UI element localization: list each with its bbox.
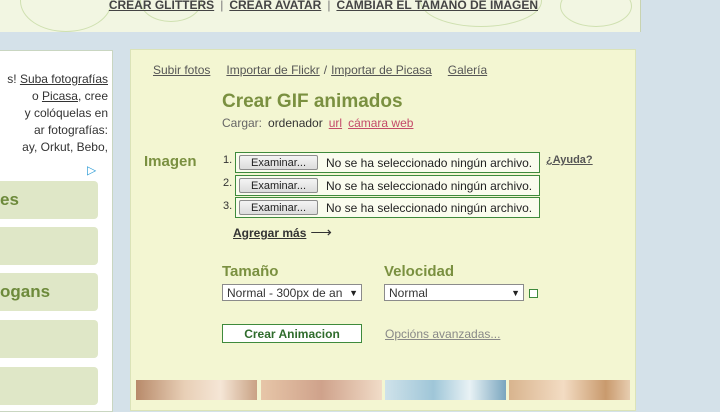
file-input-row-2: Examinar... No se ha seleccionado ningún… bbox=[235, 175, 540, 196]
upload-photos-link[interactable]: Suba fotografías bbox=[20, 72, 108, 86]
left-sidebar: s! Suba fotografías o Picasa, cree y col… bbox=[0, 50, 113, 412]
add-more-link[interactable]: Agregar más ⟶ bbox=[233, 223, 332, 241]
tab-separator: / bbox=[323, 63, 328, 77]
adchoices-icon[interactable]: ▷ bbox=[87, 163, 96, 177]
size-select[interactable]: Normal - 300px de an ▼ bbox=[222, 284, 362, 301]
main-panel: Subir fotos Importar de Flickr / Importa… bbox=[130, 49, 636, 411]
file-row-number: 3. bbox=[223, 200, 233, 212]
sidebar-intro-text: s! Suba fotografías o Picasa, cree y col… bbox=[0, 71, 108, 156]
source-selector: Cargar: ordenador url cámara web bbox=[222, 116, 413, 130]
sidebar-button-5[interactable] bbox=[0, 367, 98, 405]
arrow-right-icon: ⟶ bbox=[310, 224, 332, 241]
create-animation-button[interactable]: Crear Animacion bbox=[222, 324, 362, 343]
tab-importar-flickr[interactable]: Importar de Flickr bbox=[226, 63, 319, 77]
browse-button-1[interactable]: Examinar... bbox=[239, 155, 318, 170]
size-select-value: Normal - 300px de an bbox=[227, 286, 343, 300]
sidebar-button-2[interactable] bbox=[0, 227, 98, 265]
nav-cambiar-tamano[interactable]: CAMBIAR EL TAMAÑO DE IMAGEN bbox=[336, 0, 538, 12]
file-input-row-3: Examinar... No se ha seleccionado ningún… bbox=[235, 197, 540, 218]
source-url-link[interactable]: url bbox=[329, 116, 342, 130]
intro-text-line: ay, Orkut, Bebo, bbox=[22, 140, 108, 154]
sidebar-button-label: ogans bbox=[0, 282, 51, 301]
intro-text-line: y colóquelas en bbox=[24, 106, 108, 120]
chevron-down-icon: ▼ bbox=[349, 288, 358, 298]
image-section-label: Imagen bbox=[144, 153, 197, 170]
sidebar-button-3[interactable]: ogans bbox=[0, 273, 98, 311]
intro-text-fragment: , cree bbox=[77, 89, 108, 103]
file-status-3: No se ha seleccionado ningún archivo. bbox=[326, 200, 533, 215]
speed-select[interactable]: Normal ▼ bbox=[384, 284, 524, 301]
top-nav: CREAR GLITTERS | CREAR AVATAR | CAMBIAR … bbox=[109, 0, 538, 12]
file-row-number: 2. bbox=[223, 177, 233, 189]
tab-subir-fotos[interactable]: Subir fotos bbox=[153, 63, 210, 77]
tab-importar-picasa[interactable]: Importar de Picasa bbox=[331, 63, 432, 77]
nav-separator: | bbox=[220, 0, 224, 12]
sidebar-button-1[interactable]: es bbox=[0, 181, 98, 219]
tab-galeria[interactable]: Galería bbox=[448, 63, 487, 77]
help-link[interactable]: ¿Ayuda? bbox=[546, 154, 593, 166]
speed-select-value: Normal bbox=[389, 286, 428, 300]
intro-text-fragment: o bbox=[31, 89, 42, 103]
file-input-row-1: Examinar... No se ha seleccionado ningún… bbox=[235, 152, 540, 173]
gallery-thumbnail[interactable] bbox=[385, 380, 506, 400]
nav-crear-avatar[interactable]: CREAR AVATAR bbox=[229, 0, 321, 12]
nav-crear-glitters[interactable]: CREAR GLITTERS bbox=[109, 0, 214, 12]
page-title: Crear GIF animados bbox=[222, 91, 403, 112]
intro-text-fragment: s! bbox=[7, 72, 20, 86]
gallery-thumbnail[interactable] bbox=[136, 380, 257, 400]
intro-text-line: ar fotografías: bbox=[33, 123, 108, 137]
gallery-thumbnail[interactable] bbox=[509, 380, 630, 400]
file-status-1: No se ha seleccionado ningún archivo. bbox=[326, 155, 533, 170]
upload-tabs: Subir fotos Importar de Flickr / Importa… bbox=[153, 63, 487, 77]
sidebar-button-label: es bbox=[0, 190, 19, 209]
source-webcam-link[interactable]: cámara web bbox=[348, 116, 413, 130]
decor-swirl bbox=[20, 0, 112, 32]
decor-swirl bbox=[560, 0, 632, 27]
gallery-thumbnail[interactable] bbox=[261, 380, 382, 400]
header-strip: CREAR GLITTERS | CREAR AVATAR | CAMBIAR … bbox=[0, 0, 641, 32]
speed-checkbox[interactable] bbox=[529, 289, 538, 298]
sidebar-button-4[interactable] bbox=[0, 320, 98, 358]
add-more-label: Agregar más bbox=[233, 226, 307, 240]
nav-separator: | bbox=[327, 0, 331, 12]
advanced-options-link[interactable]: Opcións avanzadas... bbox=[385, 327, 500, 341]
source-computer[interactable]: ordenador bbox=[268, 116, 323, 130]
file-row-number: 1. bbox=[223, 154, 233, 166]
picasa-link[interactable]: Picasa bbox=[42, 89, 78, 103]
browse-button-2[interactable]: Examinar... bbox=[239, 178, 318, 193]
source-label: Cargar: bbox=[222, 116, 263, 130]
size-label: Tamaño bbox=[222, 263, 279, 280]
browse-button-3[interactable]: Examinar... bbox=[239, 200, 318, 215]
file-status-2: No se ha seleccionado ningún archivo. bbox=[326, 178, 533, 193]
chevron-down-icon: ▼ bbox=[511, 288, 520, 298]
speed-label: Velocidad bbox=[384, 263, 455, 280]
